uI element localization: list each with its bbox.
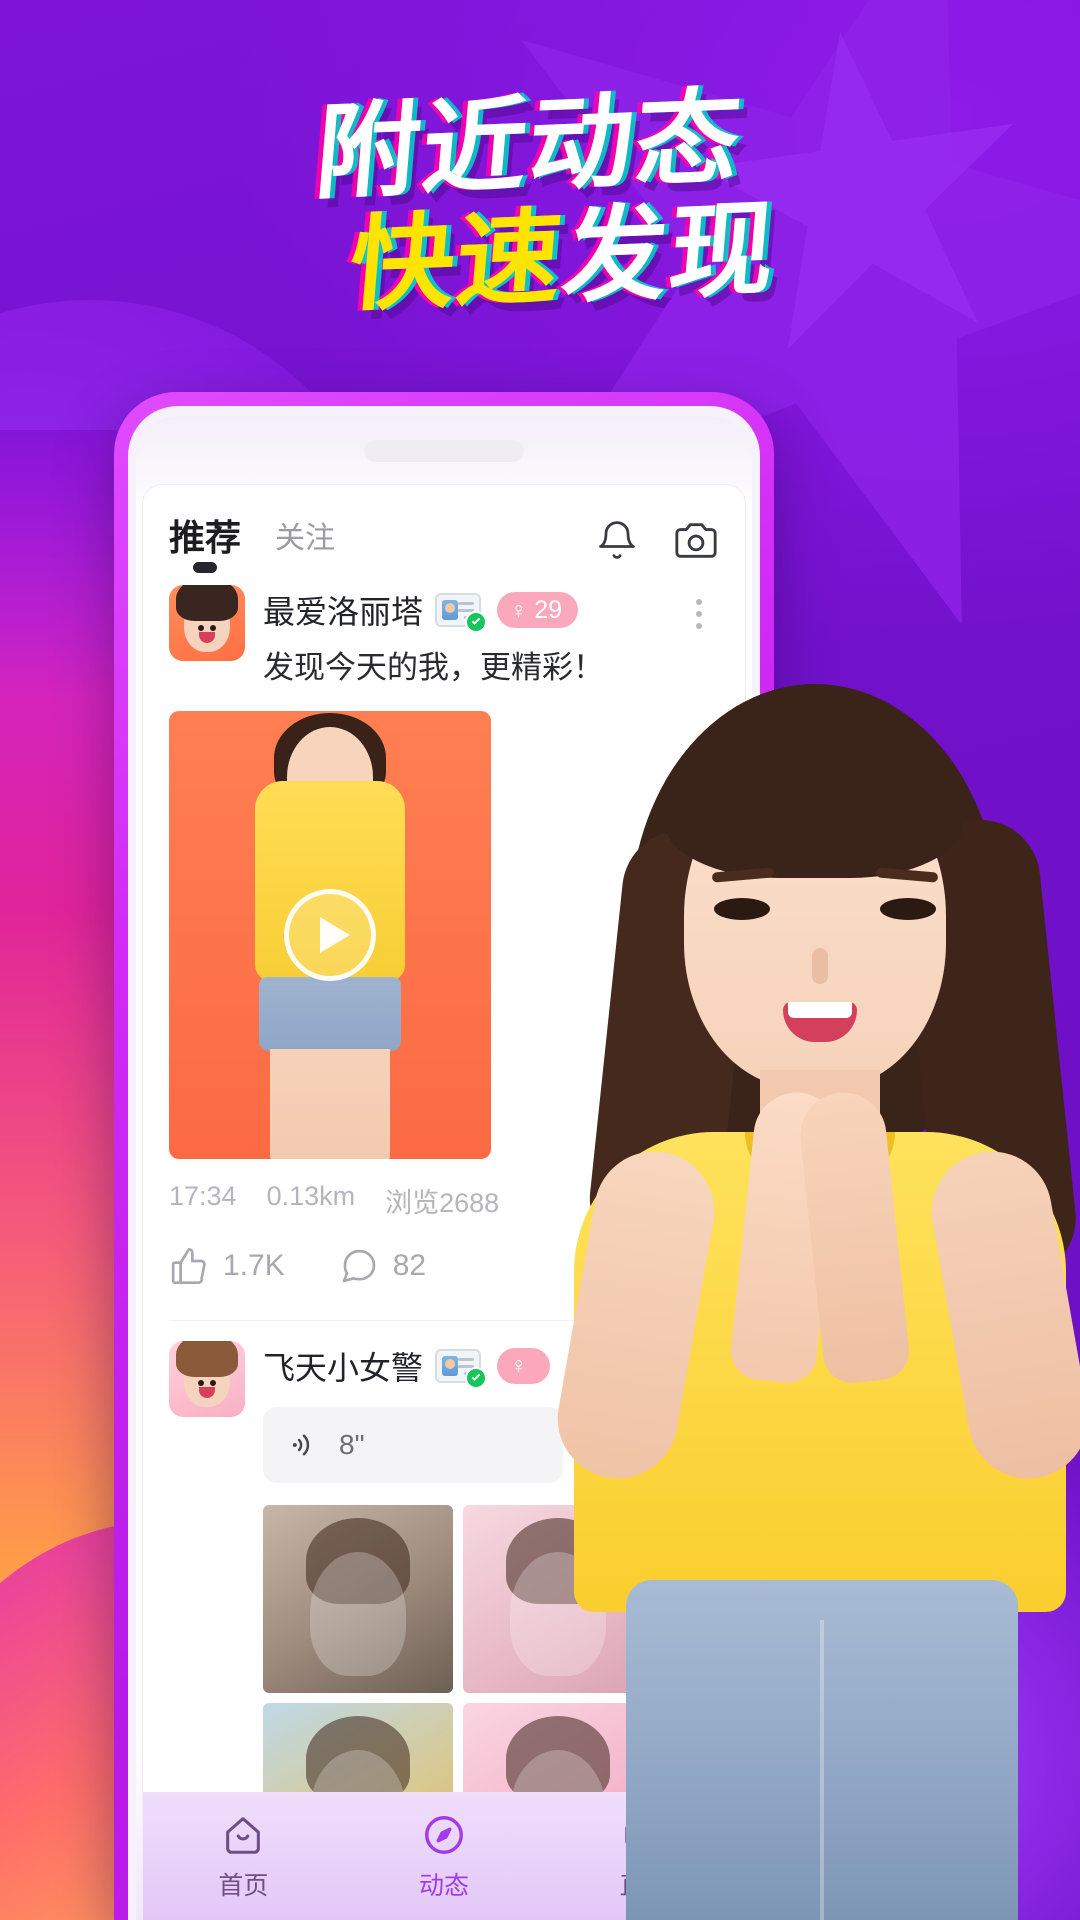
avatar-mouth bbox=[199, 1387, 215, 1399]
promo-headline: 附近动态 快速发现 bbox=[0, 76, 1080, 326]
phone-mockup: 推荐 关注 最爱洛丽塔 ♀ 29 发现今天的我，更精彩！ 17:34 0.13k… bbox=[114, 392, 774, 1920]
verified-id-card-icon bbox=[435, 593, 488, 633]
phone-speaker-notch bbox=[364, 440, 524, 462]
comment-button[interactable]: 82 bbox=[339, 1246, 426, 1286]
post-header-text: 飞天小女警 ♀ 8" bbox=[263, 1341, 719, 1792]
post-actions-row: 1.7K 82 bbox=[169, 1246, 719, 1294]
nav-item-moments[interactable]: 动态 bbox=[344, 1812, 545, 1902]
photo-grid-cell[interactable] bbox=[263, 1504, 453, 1693]
nav-item-live-label: 直播 bbox=[619, 1871, 670, 1900]
voice-duration: 8" bbox=[339, 1428, 365, 1460]
phone-screen: 推荐 关注 最爱洛丽塔 ♀ 29 发现今天的我，更精彩！ 17:34 0.13k… bbox=[136, 416, 752, 1920]
like-button[interactable]: 1.7K bbox=[169, 1246, 285, 1286]
feed-list[interactable]: 最爱洛丽塔 ♀ 29 发现今天的我，更精彩！ 17:34 0.13km 浏览26… bbox=[143, 581, 745, 1792]
gender-age-badge: ♀ bbox=[497, 1347, 551, 1384]
play-button-icon[interactable] bbox=[284, 888, 376, 981]
app-topbar: 推荐 关注 bbox=[143, 485, 745, 581]
verified-check-icon bbox=[465, 1366, 488, 1389]
username[interactable]: 飞天小女警 bbox=[263, 1343, 423, 1389]
post-header: 飞天小女警 ♀ 8" bbox=[169, 1340, 719, 1792]
tab-following[interactable]: 关注 bbox=[275, 513, 335, 569]
post-meta-row: 17:34 0.13km 浏览2688 bbox=[169, 1181, 719, 1220]
avatar[interactable] bbox=[169, 1340, 245, 1417]
video-subject-shorts bbox=[259, 976, 401, 1051]
phone-bezel: 推荐 关注 最爱洛丽塔 ♀ 29 发现今天的我，更精彩！ 17:34 0.13k… bbox=[128, 406, 760, 1920]
id-photo bbox=[442, 1355, 459, 1376]
avatar-eye-left bbox=[198, 624, 205, 631]
video-subject-legs bbox=[270, 1048, 390, 1159]
feed-post[interactable]: 飞天小女警 ♀ 8" bbox=[143, 1321, 745, 1792]
post-distance: 0.13km bbox=[266, 1180, 356, 1211]
post-header: 最爱洛丽塔 ♀ 29 发现今天的我，更精彩！ bbox=[169, 585, 719, 689]
avatar-eye-left bbox=[198, 1380, 205, 1387]
tab-following-label: 关注 bbox=[275, 522, 336, 555]
photo-grid-cell[interactable] bbox=[263, 1702, 453, 1792]
verified-id-card-icon bbox=[435, 1348, 488, 1389]
tab-recommend[interactable]: 推荐 bbox=[169, 509, 241, 573]
avatar-eye-right bbox=[209, 624, 216, 631]
comment-count: 82 bbox=[392, 1248, 427, 1282]
photo-grid-cell[interactable] bbox=[463, 1504, 653, 1693]
voice-message-bubble[interactable]: 8" bbox=[263, 1406, 563, 1483]
bottom-navigation-bar: 首页 动态 直播 bbox=[143, 1792, 745, 1920]
headline-line-2-yellow: 快速 bbox=[345, 196, 569, 327]
like-count: 1.7K bbox=[223, 1248, 285, 1282]
photo-grid-cell[interactable] bbox=[463, 1702, 653, 1792]
feed-post[interactable]: 最爱洛丽塔 ♀ 29 发现今天的我，更精彩！ 17:34 0.13km 浏览26… bbox=[143, 581, 745, 1321]
nav-item-live[interactable]: 直播 bbox=[544, 1812, 745, 1902]
post-time: 17:34 bbox=[169, 1180, 237, 1211]
username[interactable]: 最爱洛丽塔 bbox=[263, 587, 423, 633]
age-label: 29 bbox=[534, 595, 563, 624]
avatar-mouth bbox=[199, 631, 215, 643]
post-header-text: 最爱洛丽塔 ♀ 29 发现今天的我，更精彩！ bbox=[263, 585, 679, 689]
gender-age-badge: ♀ 29 bbox=[497, 592, 579, 628]
username-row: 飞天小女警 ♀ bbox=[263, 1343, 719, 1389]
tab-recommend-label: 推荐 bbox=[169, 517, 242, 558]
post-video-thumbnail[interactable] bbox=[169, 710, 491, 1159]
tab-active-indicator bbox=[193, 562, 217, 573]
nav-item-moments-label: 动态 bbox=[419, 1871, 470, 1900]
post-text: 发现今天的我，更精彩！ bbox=[263, 650, 604, 685]
post-more-options-icon[interactable] bbox=[679, 585, 719, 629]
nav-item-home[interactable]: 首页 bbox=[143, 1812, 344, 1902]
app-content-card: 推荐 关注 最爱洛丽塔 ♀ 29 发现今天的我，更精彩！ 17:34 0.13k… bbox=[142, 484, 746, 1920]
photo-grid bbox=[263, 1504, 719, 1792]
avatar-hair bbox=[176, 1340, 238, 1377]
female-icon: ♀ bbox=[510, 1352, 528, 1379]
camera-icon[interactable] bbox=[673, 518, 719, 564]
username-row: 最爱洛丽塔 ♀ 29 bbox=[263, 587, 679, 633]
avatar-hair bbox=[176, 585, 238, 621]
headline-line-2-white: 发现 bbox=[557, 187, 782, 319]
avatar-eye-right bbox=[209, 1380, 216, 1387]
id-photo bbox=[442, 600, 459, 620]
id-line bbox=[458, 1357, 475, 1361]
avatar[interactable] bbox=[169, 585, 245, 661]
verified-check-icon bbox=[465, 611, 488, 633]
id-line bbox=[458, 602, 475, 605]
bell-icon[interactable] bbox=[595, 519, 639, 563]
post-views: 浏览2688 bbox=[385, 1187, 500, 1218]
nav-item-home-label: 首页 bbox=[218, 1871, 269, 1900]
female-icon: ♀ bbox=[510, 596, 528, 623]
